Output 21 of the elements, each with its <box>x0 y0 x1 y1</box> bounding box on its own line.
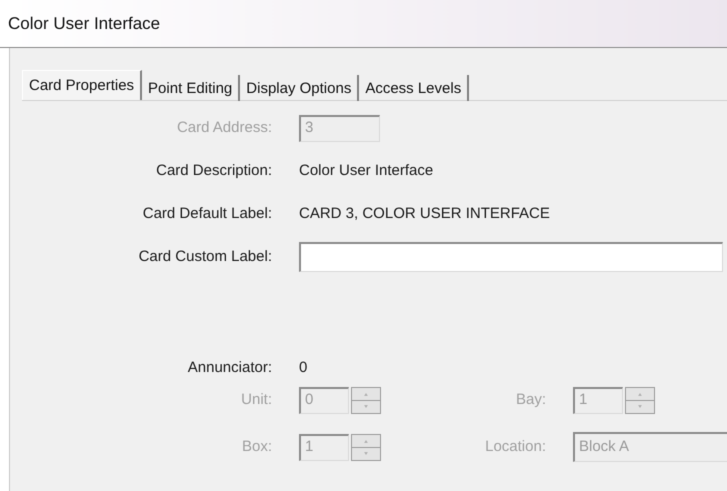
spinner-arrows-icon[interactable] <box>351 386 381 414</box>
field-label: Annunciator: <box>186 358 272 378</box>
field-value: 0 <box>299 358 308 378</box>
tab[interactable]: Display Options <box>240 75 360 101</box>
tab[interactable]: Access Levels <box>359 75 470 101</box>
field-label: Card Custom Label: <box>138 246 272 267</box>
spinner-arrows-icon[interactable] <box>625 386 655 414</box>
field-label: Bay: <box>514 390 546 410</box>
window-title: Color User Interface <box>8 12 160 35</box>
field-label: Card Description: <box>155 160 272 181</box>
tab[interactable]: Card Properties <box>22 70 142 100</box>
field-label: Card Address: <box>176 118 272 138</box>
field-value: Color User Interface <box>299 160 434 181</box>
custom-label-field[interactable] <box>299 242 723 272</box>
field-value: CARD 3, COLOR USER INTERFACE <box>299 204 550 224</box>
field-label: Box: <box>240 436 272 457</box>
tab[interactable]: Point Editing <box>142 75 240 101</box>
field-label: Unit: <box>240 390 272 410</box>
field-label: Card Default Label: <box>142 204 272 224</box>
field-label: Location: <box>484 436 546 457</box>
spinner-arrows-icon[interactable] <box>351 434 381 460</box>
